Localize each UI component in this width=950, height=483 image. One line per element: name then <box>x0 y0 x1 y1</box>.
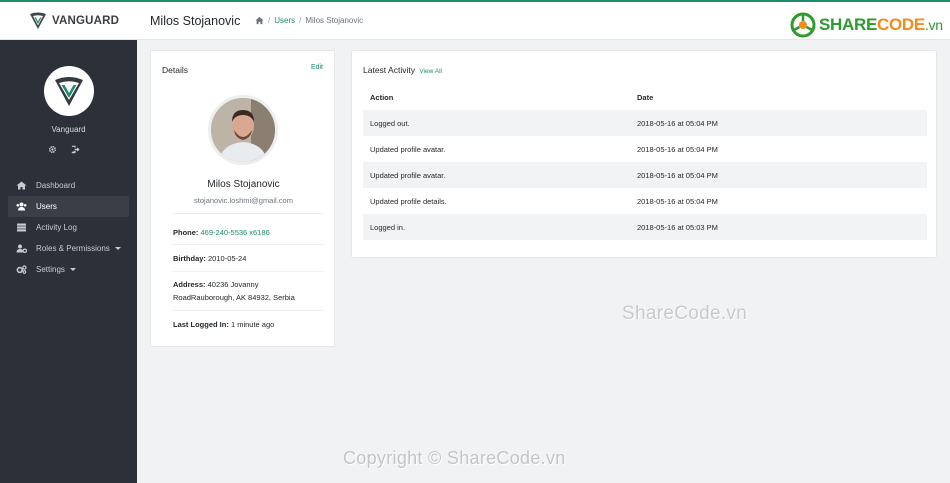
action-cell: Updated profile avatar. <box>370 144 446 154</box>
sidebar: Vanguard Dashboard Users Activity Log Ro… <box>0 40 137 483</box>
breadcrumb-separator: / <box>268 16 271 25</box>
breadcrumb-separator: / <box>299 16 302 25</box>
home-icon[interactable] <box>255 16 264 25</box>
chevron-down-icon <box>114 247 121 250</box>
action-cell: Updated profile avatar. <box>370 170 446 180</box>
details-card: Details Edit Milos Stojanovic stojanovic… <box>150 50 335 347</box>
watermark-middle: ShareCode.vn <box>622 303 748 324</box>
sidebar-item-users[interactable]: Users <box>8 196 129 217</box>
sidebar-item-label: Roles & Permissions <box>36 244 110 253</box>
table-row: Logged in. 2018-05-16 at 05:03 PM <box>363 214 927 240</box>
sign-out-icon[interactable] <box>71 145 80 154</box>
address-line2: RoadRauborough, AK 84932, Serbia <box>173 293 295 302</box>
sidebar-item-settings[interactable]: Settings <box>8 259 129 280</box>
profile-photo <box>208 95 278 165</box>
divider <box>173 244 323 245</box>
sharecode-logo: SHARECODE.vn <box>790 12 943 38</box>
action-cell: Logged in. <box>370 222 406 232</box>
date-cell: 2018-05-16 at 05:04 PM <box>637 144 718 154</box>
sharecode-logo-text: SHARECODE.vn <box>819 15 943 34</box>
latest-activity-card: Latest Activity View All Action Date Log… <box>351 50 937 258</box>
phone-link[interactable]: 469-240-5536 x6186 <box>201 228 270 237</box>
activity-table: Action Date Logged out. 2018-05-16 at 05… <box>363 84 927 240</box>
sidebar-item-label: Activity Log <box>36 223 77 232</box>
sidebar-avatar[interactable] <box>44 66 94 116</box>
date-cell: 2018-05-16 at 05:04 PM <box>637 170 718 180</box>
users-icon <box>16 202 27 211</box>
gear-icon[interactable] <box>48 145 57 154</box>
action-cell: Updated profile details. <box>370 196 447 206</box>
table-header: Action Date <box>363 84 927 110</box>
latest-activity-title: Latest Activity View All <box>363 65 442 75</box>
date-cell: 2018-05-16 at 05:04 PM <box>637 118 718 128</box>
sidebar-user-name: Vanguard <box>51 125 86 134</box>
divider <box>173 310 323 311</box>
sidebar-item-label: Settings <box>36 265 65 274</box>
last-logged-row: Last Logged In: 1 minute ago <box>173 320 275 329</box>
view-all-link[interactable]: View All <box>419 68 442 75</box>
date-cell: 2018-05-16 at 05:04 PM <box>637 196 718 206</box>
sidebar-item-label: Users <box>36 202 57 211</box>
vanguard-logo-icon <box>30 12 46 29</box>
table-row: Logged out. 2018-05-16 at 05:04 PM <box>363 110 927 136</box>
table-row: Updated profile avatar. 2018-05-16 at 05… <box>363 136 927 162</box>
sharecode-logo-icon <box>790 12 816 38</box>
cogs-icon <box>16 265 27 274</box>
date-cell: 2018-05-16 at 05:03 PM <box>637 222 718 232</box>
sidebar-item-label: Dashboard <box>36 181 76 190</box>
breadcrumb-current: Milos Stojanovic <box>305 16 364 25</box>
column-header-action: Action <box>370 92 394 102</box>
user-cog-icon <box>16 244 27 253</box>
server-icon <box>17 223 26 232</box>
profile-photo-image <box>211 98 275 162</box>
home-icon <box>16 181 27 190</box>
sidebar-item-activity-log[interactable]: Activity Log <box>8 217 129 238</box>
sidebar-nav: Dashboard Users Activity Log Roles & Per… <box>8 175 129 280</box>
address-row: Address: 40236 Jovanny RoadRauborough, A… <box>173 280 295 302</box>
brand-logo[interactable]: VANGUARD <box>28 10 119 32</box>
sidebar-item-dashboard[interactable]: Dashboard <box>8 175 129 196</box>
profile-email: stojanovic.loshmi@gmail.com <box>194 196 293 205</box>
edit-details-link[interactable]: Edit <box>311 64 323 71</box>
chevron-down-icon <box>69 268 76 271</box>
table-row: Updated profile details. 2018-05-16 at 0… <box>363 188 927 214</box>
breadcrumb-users-link[interactable]: Users <box>274 16 295 25</box>
top-bar: VANGUARD Milos Stojanovic / Users / Milo… <box>0 2 950 40</box>
vanguard-shield-icon <box>55 77 83 106</box>
last-logged-value: 1 minute ago <box>230 320 275 329</box>
phone-row: Phone: 469-240-5536 x6186 <box>173 228 270 237</box>
birthday-row: Birthday: 2010-05-24 <box>173 254 247 263</box>
column-header-date: Date <box>637 92 654 102</box>
birthday-value: 2010-05-24 <box>208 254 247 263</box>
sidebar-item-roles-permissions[interactable]: Roles & Permissions <box>8 238 129 259</box>
divider <box>173 213 323 214</box>
page-title: Milos Stojanovic <box>150 14 241 28</box>
divider <box>173 271 323 272</box>
sidebar-actions <box>48 145 80 154</box>
address-line1: 40236 Jovanny <box>207 280 259 289</box>
breadcrumb: / Users / Milos Stojanovic <box>255 16 363 25</box>
details-card-title: Details <box>162 65 188 75</box>
action-cell: Logged out. <box>370 118 410 128</box>
brand-name: VANGUARD <box>52 15 120 27</box>
table-row: Updated profile avatar. 2018-05-16 at 05… <box>363 162 927 188</box>
profile-name: Milos Stojanovic <box>207 179 280 190</box>
watermark-bottom: Copyright © ShareCode.vn <box>343 448 566 468</box>
